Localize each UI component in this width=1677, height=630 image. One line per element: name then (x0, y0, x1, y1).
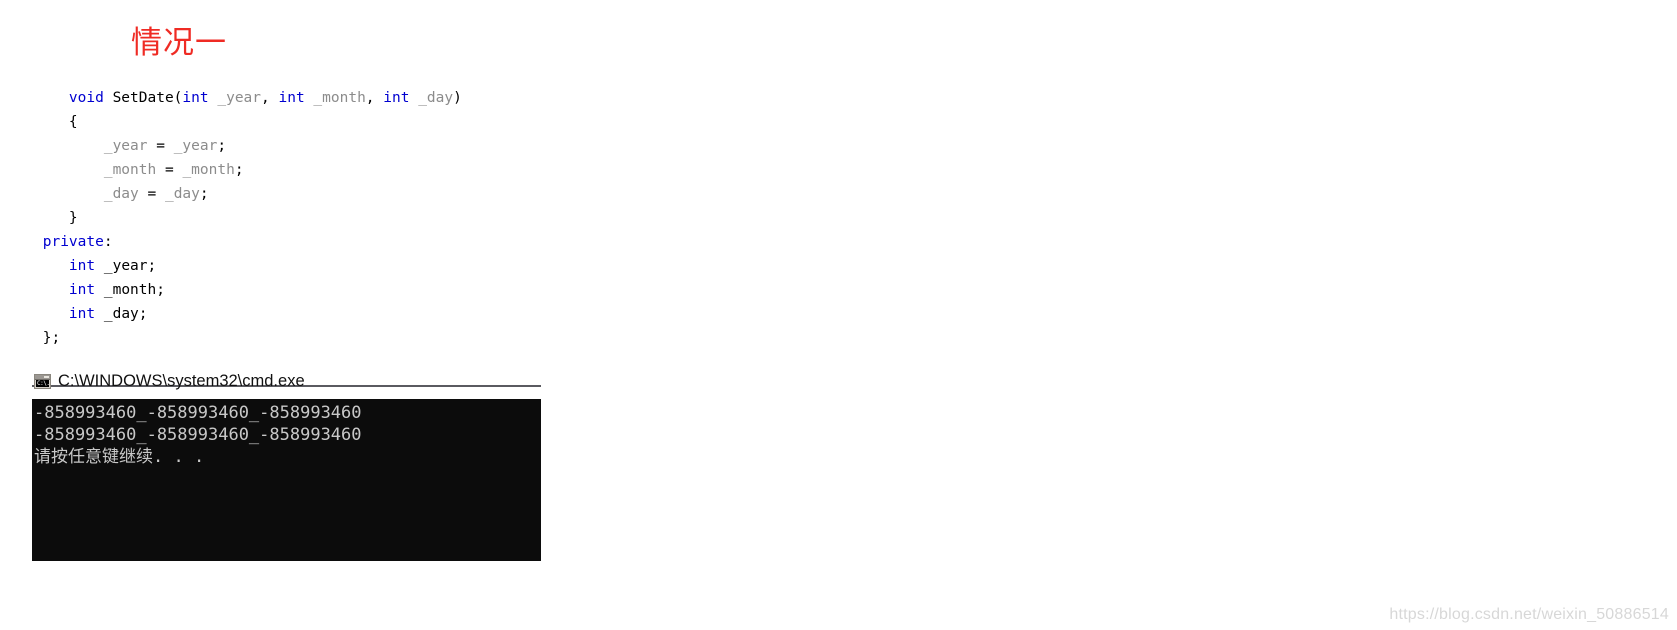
code-line: int _day; (34, 302, 462, 326)
code-token: ) (453, 90, 462, 106)
cmd-icon: C:\. (34, 374, 51, 389)
console-line: -858993460_-858993460_-858993460 (34, 403, 362, 423)
code-token: _year (173, 138, 218, 154)
code-token: , (261, 90, 279, 106)
console-line: -858993460_-858993460_-858993460 (34, 425, 362, 445)
code-token: _day (164, 186, 200, 202)
code-token: _year (103, 138, 148, 154)
code-line: { (34, 110, 462, 134)
code-token: int (68, 282, 96, 298)
code-token: void (68, 90, 104, 106)
console-window-left[interactable]: -858993460_-858993460_-858993460 -8589934… (32, 399, 541, 561)
code-line: _year = _year; (34, 134, 462, 158)
code-token: , (365, 90, 384, 106)
code-token: ; (234, 162, 244, 178)
code-token: int (278, 90, 305, 106)
code-token: ; (199, 186, 209, 202)
code-token: _day (409, 90, 454, 106)
panel-heading-case-one: 情况一 (131, 25, 227, 61)
code-line: } (34, 206, 462, 230)
code-line: int _month; (34, 278, 462, 302)
code-token: _month (182, 162, 235, 178)
code-token: = (138, 186, 165, 202)
code-token: ; (217, 138, 227, 154)
code-token: }; (34, 330, 61, 346)
code-token: _day; (95, 306, 148, 322)
code-token: : (103, 234, 113, 250)
code-token: private (42, 234, 104, 250)
code-token: = (156, 162, 183, 178)
code-token: _year; (95, 258, 157, 274)
code-token: _month; (95, 282, 165, 298)
console-titlebar-left: C:\. C:\WINDOWS\system32\cmd.exe (34, 372, 305, 391)
code-line: }; (34, 326, 462, 350)
console-line: 请按任意键继续. . . (34, 447, 205, 467)
code-token: int (182, 90, 209, 106)
code-token: SetDate( (103, 90, 183, 106)
panel-case-one: 情况一 void SetDate(int _year, int _month, … (0, 0, 838, 630)
panel-case-two: 情况二 void SetDate(int _year, int _month, … (839, 0, 1677, 630)
code-block-case-one: void SetDate(int _year, int _month, int … (34, 86, 462, 350)
console-output-left: -858993460_-858993460_-858993460 -8589934… (32, 399, 541, 468)
watermark: https://blog.csdn.net/weixin_50886514 (1389, 606, 1669, 623)
cmd-icon-screen: C:\. (36, 380, 50, 387)
code-token: int (68, 258, 96, 274)
code-token: } (34, 210, 78, 226)
code-token: { (34, 114, 78, 130)
code-line: int _year; (34, 254, 462, 278)
code-token: = (147, 138, 174, 154)
code-token: _month (103, 162, 157, 178)
code-token: int (68, 306, 96, 322)
code-line: _month = _month; (34, 158, 462, 182)
code-token: _month (304, 90, 366, 106)
code-line: void SetDate(int _year, int _month, int … (34, 86, 462, 110)
code-line: _day = _day; (34, 182, 462, 206)
console-title-text-left: C:\WINDOWS\system32\cmd.exe (58, 372, 305, 390)
code-token: _day (103, 186, 139, 202)
code-token: int (383, 90, 410, 106)
code-token: _year (208, 90, 262, 106)
code-line: private: (34, 230, 462, 254)
